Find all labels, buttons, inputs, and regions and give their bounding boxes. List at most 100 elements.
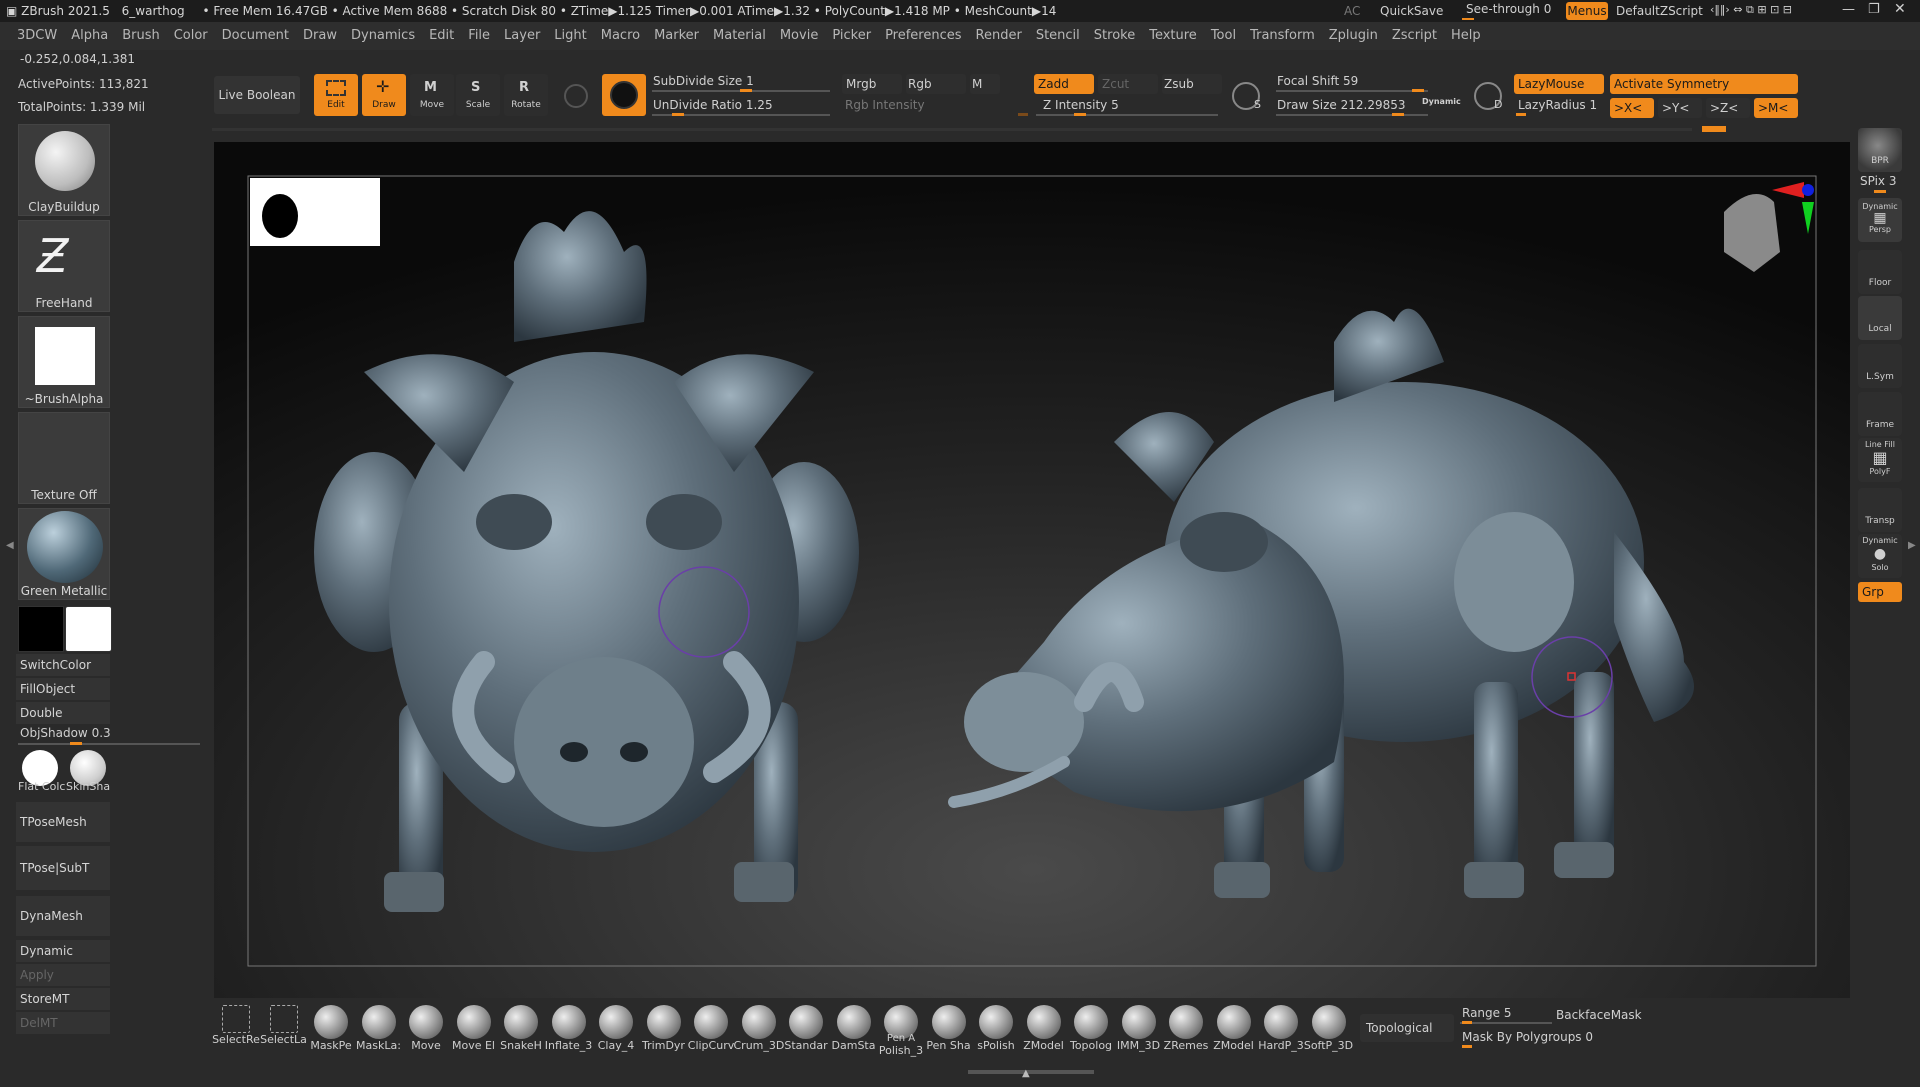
stroke-slot-freehand[interactable]: Ƶ FreeHand — [18, 220, 110, 312]
mask-by-polygroups-slider[interactable]: Mask By Polygroups 0 — [1462, 1030, 1593, 1044]
menu-3dcw[interactable]: 3DCW — [17, 22, 57, 50]
backface-mask-button[interactable]: BackfaceMask — [1556, 1008, 1642, 1022]
live-boolean-button[interactable]: Live Boolean — [214, 76, 300, 114]
symmetry-x-button[interactable]: >X< — [1610, 98, 1654, 118]
main-color-swatch[interactable] — [65, 606, 112, 652]
brush-standar[interactable]: Standar — [784, 1005, 828, 1057]
menu-layer[interactable]: Layer — [504, 22, 540, 50]
default-zscript-button[interactable]: DefaultZScript — [1616, 4, 1703, 18]
draw-button[interactable]: ✛ Draw — [362, 74, 406, 116]
brush-move[interactable]: Move — [404, 1005, 448, 1057]
solo-button[interactable]: Dynamic ● Solo — [1858, 534, 1902, 578]
brush-spolish[interactable]: sPolish — [974, 1005, 1018, 1057]
dynamic-draw-size-button[interactable]: Dynamic — [1422, 97, 1461, 106]
grp-button[interactable]: Grp — [1858, 582, 1902, 602]
delmt-button[interactable]: DelMT — [16, 1012, 110, 1034]
secondary-color-swatch[interactable] — [18, 606, 64, 652]
polyf-button[interactable]: Line Fill ▦ PolyF — [1858, 438, 1902, 482]
bpr-button[interactable]: BPR — [1858, 128, 1902, 172]
brush-selectre[interactable]: SelectRe — [212, 1005, 260, 1057]
persp-button[interactable]: Dynamic ▦ Persp — [1858, 198, 1902, 242]
brush-softp-3d[interactable]: SoftP_3D — [1304, 1005, 1353, 1057]
brush-snakeh[interactable]: SnakeH — [499, 1005, 543, 1057]
menu-picker[interactable]: Picker — [832, 22, 871, 50]
left-tray-toggle-icon[interactable]: ◀ — [6, 540, 14, 551]
brush-hardp-3[interactable]: HardP_3 — [1258, 1005, 1304, 1057]
menu-draw[interactable]: Draw — [303, 22, 337, 50]
menu-render[interactable]: Render — [976, 22, 1022, 50]
brush-polish-3[interactable]: Pen A Polish_3 — [879, 1005, 923, 1057]
lazymouse-button[interactable]: LazyMouse — [1514, 74, 1604, 94]
tpose-subt-button[interactable]: TPose|SubT — [16, 846, 110, 890]
menu-zplugin[interactable]: Zplugin — [1329, 22, 1378, 50]
brush-zremes[interactable]: ZRemes — [1164, 1005, 1208, 1057]
menu-color[interactable]: Color — [174, 22, 208, 50]
menu-marker[interactable]: Marker — [654, 22, 699, 50]
menu-movie[interactable]: Movie — [780, 22, 818, 50]
zcut-button[interactable]: Zcut — [1098, 74, 1158, 94]
viewport-canvas[interactable] — [214, 142, 1850, 998]
menu-texture[interactable]: Texture — [1149, 22, 1197, 50]
brush-clay-4[interactable]: Clay_4 — [594, 1005, 638, 1057]
fill-object-button[interactable]: FillObject — [16, 678, 110, 700]
menu-document[interactable]: Document — [222, 22, 289, 50]
menu-macro[interactable]: Macro — [601, 22, 640, 50]
menu-transform[interactable]: Transform — [1250, 22, 1315, 50]
zsub-button[interactable]: Zsub — [1162, 74, 1222, 94]
brush-maskpe[interactable]: MaskPe — [309, 1005, 353, 1057]
symmetry-y-button[interactable]: >Y< — [1658, 98, 1702, 118]
undivide-ratio-slider[interactable]: UnDivide Ratio 1.25 — [653, 98, 773, 112]
brush-imm-3d[interactable]: IMM_3D — [1117, 1005, 1161, 1057]
brush-slot-claybuildup[interactable]: ClayBuildup — [18, 124, 110, 216]
topological-button[interactable]: Topological — [1360, 1014, 1454, 1042]
texture-slot[interactable]: Texture Off — [18, 412, 110, 504]
subdivide-size-slider[interactable]: SubDivide Size 1 — [653, 74, 754, 88]
see-through-slider[interactable]: See-through 0 — [1466, 2, 1551, 16]
scale-button[interactable]: S Scale — [456, 74, 500, 116]
brush-topolog[interactable]: Topolog — [1069, 1005, 1113, 1057]
restore-icon[interactable]: ❐ — [1868, 2, 1880, 17]
menu-light[interactable]: Light — [554, 22, 586, 50]
menu-file[interactable]: File — [468, 22, 490, 50]
brush-clipcurv[interactable]: ClipCurv — [688, 1005, 734, 1057]
menu-help[interactable]: Help — [1451, 22, 1481, 50]
m-button[interactable]: M — [970, 74, 1000, 94]
minimize-icon[interactable]: — — [1842, 2, 1855, 17]
brush-damsta[interactable]: DamSta — [832, 1005, 876, 1057]
local-button[interactable]: Local — [1858, 296, 1902, 340]
lsym-button[interactable]: L.Sym — [1858, 344, 1902, 388]
canvas-area[interactable] — [214, 142, 1850, 998]
lazyradius-slider[interactable]: LazyRadius 1 — [1518, 98, 1597, 112]
menu-stroke[interactable]: Stroke — [1094, 22, 1135, 50]
material-slot[interactable]: Green Metallic — [18, 508, 110, 600]
menu-stencil[interactable]: Stencil — [1036, 22, 1080, 50]
close-icon[interactable]: ✕ — [1894, 1, 1906, 17]
focal-shift-slider[interactable]: Focal Shift 59 — [1277, 74, 1358, 88]
symmetry-z-button[interactable]: >Z< — [1706, 98, 1750, 118]
quicksave-button[interactable]: QuickSave — [1380, 4, 1443, 18]
tray-toggle-icons[interactable]: ‹‖‖› ⇔ ⧉ ⊞ ⊡ ⊟ — [1710, 3, 1792, 17]
double-button[interactable]: Double — [16, 702, 110, 724]
menus-button[interactable]: Menus — [1566, 2, 1608, 20]
dynamic-button[interactable]: Dynamic — [16, 940, 110, 962]
menu-dynamics[interactable]: Dynamics — [351, 22, 415, 50]
edit-button[interactable]: Edit — [314, 74, 358, 116]
brush-move-el[interactable]: Move El — [452, 1005, 496, 1057]
move-button[interactable]: M Move — [410, 74, 454, 116]
menu-zscript[interactable]: Zscript — [1392, 22, 1437, 50]
rgb-button[interactable]: Rgb — [906, 74, 966, 94]
brush-selectla[interactable]: SelectLa — [260, 1005, 307, 1057]
alpha-slot[interactable]: ~BrushAlpha — [18, 316, 110, 408]
menu-preferences[interactable]: Preferences — [885, 22, 961, 50]
tpose-mesh-button[interactable]: TPoseMesh — [16, 802, 110, 842]
brush-trimdyr[interactable]: TrimDyr — [642, 1005, 686, 1057]
bottom-tray-toggle-icon[interactable]: ▲ — [1022, 1068, 1030, 1079]
toolbar-scroll-handle[interactable] — [1702, 126, 1726, 132]
zadd-button[interactable]: Zadd — [1034, 74, 1094, 94]
brush-zmodel[interactable]: ZModel — [1022, 1005, 1066, 1057]
menu-edit[interactable]: Edit — [429, 22, 454, 50]
menu-alpha[interactable]: Alpha — [71, 22, 108, 50]
spix-slider[interactable]: SPix 3 — [1860, 174, 1897, 188]
symmetry-m-button[interactable]: >M< — [1754, 98, 1798, 118]
dynamesh-button[interactable]: DynaMesh — [16, 896, 110, 936]
